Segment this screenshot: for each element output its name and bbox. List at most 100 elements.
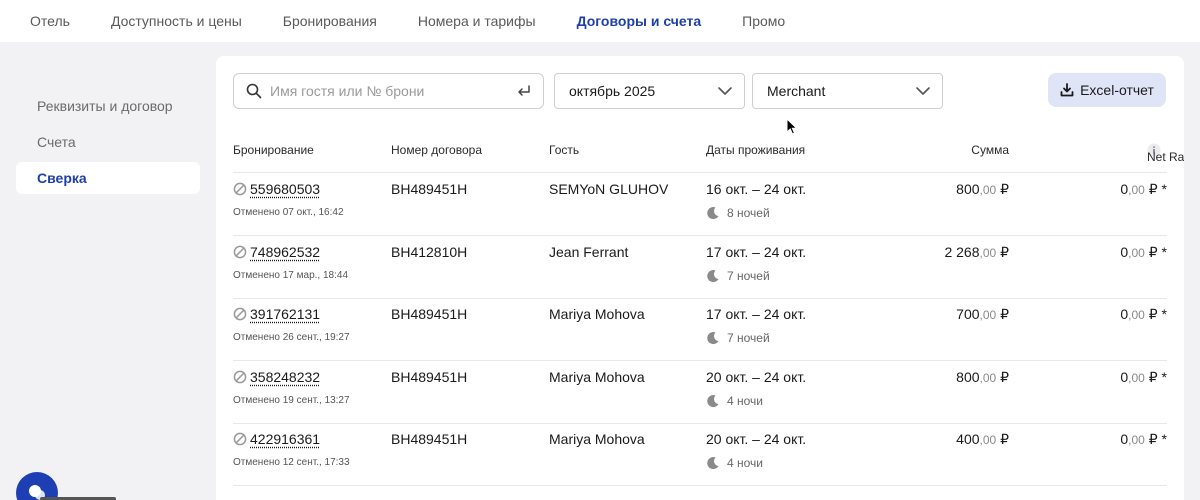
net-rate-amount: 0,00 ₽ * [1120,244,1167,261]
guest-name: SEMYoN GLUHOV [549,181,668,197]
net-rate-amount: 0,00 ₽ * [1120,181,1167,198]
tab-availability-prices[interactable]: Доступность и цены [111,13,242,29]
cancelled-icon [233,182,247,196]
tab-rooms-rates[interactable]: Номера и тарифы [418,13,536,29]
moon-icon [706,456,720,470]
sum-currency: ₽ [996,244,1009,260]
sum-currency: ₽ [996,306,1009,322]
contract-number: BH489451H [391,369,467,385]
mouse-cursor-icon [786,118,798,135]
cancelled-icon [233,370,247,384]
month-select[interactable]: октябрь 2025 [554,73,745,109]
guest-name: Mariya Mohova [549,431,645,447]
nr-integer: 0 [1120,369,1128,385]
guest-name: Mariya Mohova [549,369,645,385]
net-rate-amount: 0,00 ₽ * [1120,369,1167,386]
stay-dates: 20 окт. – 24 окт. [706,369,806,385]
moon-icon [706,206,720,220]
header-guest: Гость [549,143,579,157]
cancel-note: Отменено 12 сент., 17:33 [233,457,350,468]
nights-count: 4 ночи [706,394,763,408]
sum-amount: 400,00 ₽ [956,431,1009,448]
booking-cell: 391762131 [233,306,320,322]
header-net-rate: Net Rate (NR) [1147,143,1167,157]
cancel-note: Отменено 19 сент., 13:27 [233,395,350,406]
nr-currency: ₽ * [1145,306,1167,322]
sum-fraction: ,00 [980,183,997,197]
chevron-down-icon [916,87,930,95]
booking-cell: 422916361 [233,431,320,447]
table-row[interactable]: 559680503 Отменено 07 окт., 16:42 BH489451… [233,173,1167,236]
table-row[interactable]: 748962532 Отменено 17 мар., 18:44 BH412810… [233,236,1167,299]
nr-integer: 0 [1120,306,1128,322]
moon-icon [706,269,720,283]
sidebar-item-requisites[interactable]: Реквизиты и договор [16,90,200,122]
nr-fraction: ,00 [1128,433,1145,447]
table-row[interactable]: 358248232 Отменено 19 сент., 13:27 BH48945… [233,361,1167,424]
tab-contracts-invoices[interactable]: Договоры и счета [577,13,702,29]
tab-hotel[interactable]: Отель [30,13,70,29]
sidebar-item-reconciliation[interactable]: Сверка [16,162,200,194]
table-row[interactable]: 422916361 Отменено 12 сент., 17:33 BH48945… [233,423,1167,486]
nr-currency: ₽ * [1145,244,1167,260]
header-contract: Номер договора [391,143,482,157]
header-net-rate-label: Net Rate (NR) [1147,150,1184,164]
cancel-note: Отменено 26 сент., 19:27 [233,332,350,343]
booking-cell: 559680503 [233,181,320,197]
header-booking: Бронирование [233,143,314,157]
chevron-down-icon [718,87,732,95]
sum-integer: 800 [956,181,979,197]
table-header: Бронирование Номер договора Гость Даты п… [233,136,1167,173]
booking-number-link[interactable]: 391762131 [250,306,320,322]
header-sum: Сумма [971,143,1009,157]
sum-fraction: ,00 [980,433,997,447]
cancel-note: Отменено 17 мар., 18:44 [233,270,348,281]
nights-label: 4 ночи [727,394,763,408]
tab-promo[interactable]: Промо [742,13,785,29]
booking-number-link[interactable]: 358248232 [250,369,320,385]
sum-integer: 2 268 [944,244,979,260]
guest-name: Mariya Mohova [549,306,645,322]
tab-bookings[interactable]: Бронирования [283,13,377,29]
booking-number-link[interactable]: 559680503 [250,181,320,197]
nights-label: 8 ночей [727,206,770,220]
excel-export-label: Excel-отчет [1080,82,1154,98]
nr-integer: 0 [1120,181,1128,197]
nights-count: 8 ночей [706,206,770,220]
cancelled-icon [233,432,247,446]
month-select-value: октябрь 2025 [569,83,655,99]
nights-count: 7 ночей [706,269,770,283]
sum-fraction: ,00 [980,371,997,385]
search-input[interactable] [270,83,517,99]
contract-number: BH489451H [391,431,467,447]
sum-integer: 800 [956,369,979,385]
header-dates: Даты проживания [706,143,805,157]
search-box[interactable] [233,73,544,109]
net-rate-amount: 0,00 ₽ * [1120,431,1167,448]
booking-number-link[interactable]: 748962532 [250,244,320,260]
chat-button[interactable] [16,472,58,500]
nr-fraction: ,00 [1128,183,1145,197]
excel-export-button[interactable]: Excel-отчет [1048,73,1166,107]
guest-name: Jean Ferrant [549,244,628,260]
nr-currency: ₽ * [1145,181,1167,197]
nr-integer: 0 [1120,431,1128,447]
nights-label: 4 ночи [727,456,763,470]
cancel-note: Отменено 07 окт., 16:42 [233,207,344,218]
contract-number: BH489451H [391,181,467,197]
nights-label: 7 ночей [727,331,770,345]
moon-icon [706,331,720,345]
sidebar-item-invoices[interactable]: Счета [16,126,200,158]
enter-icon[interactable] [517,84,531,98]
net-rate-amount: 0,00 ₽ * [1120,306,1167,323]
sidebar: Реквизиты и договор Счета Сверка [16,90,200,198]
booking-cell: 358248232 [233,369,320,385]
search-icon [246,83,262,99]
sum-fraction: ,00 [980,246,997,260]
payment-type-select[interactable]: Merchant [752,73,943,109]
nr-fraction: ,00 [1128,308,1145,322]
booking-number-link[interactable]: 422916361 [250,431,320,447]
nr-currency: ₽ * [1145,369,1167,385]
sum-integer: 400 [956,431,979,447]
table-row[interactable]: 391762131 Отменено 26 сент., 19:27 BH48945… [233,298,1167,361]
